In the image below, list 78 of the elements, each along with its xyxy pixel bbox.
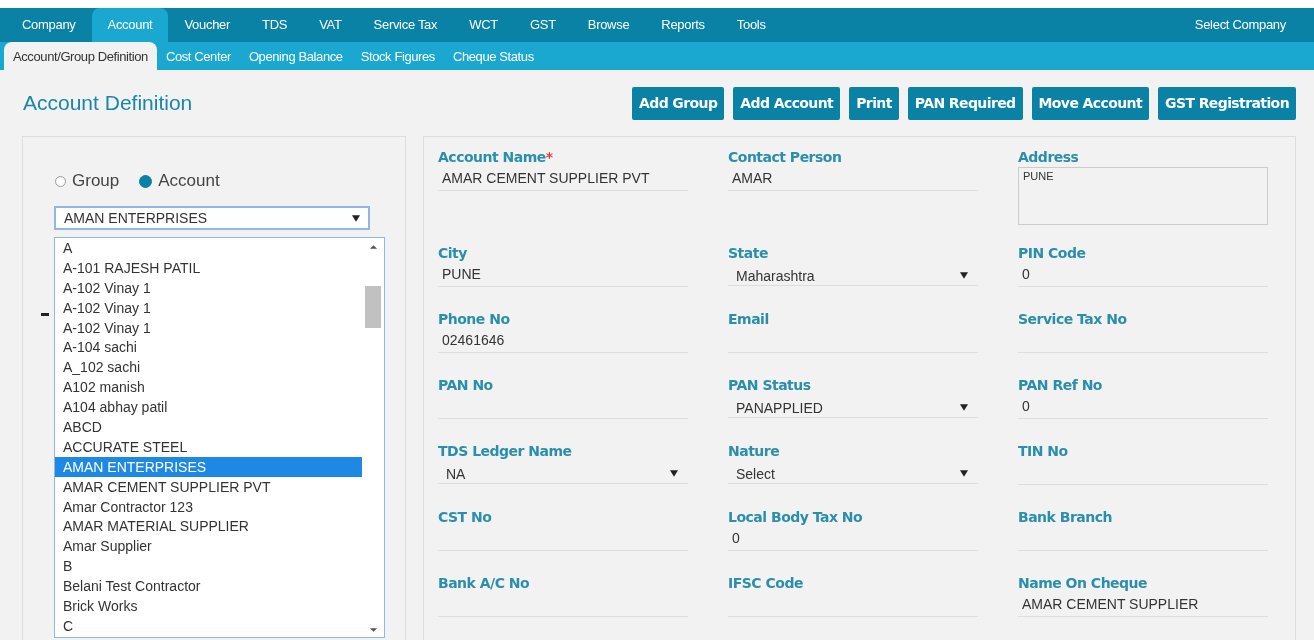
input-field[interactable]: 0 [1018, 264, 1268, 287]
action-button[interactable]: Move Account [1031, 86, 1150, 120]
field-label: Contact Person [728, 149, 843, 165]
dropdown-option[interactable]: Brick Works [55, 596, 362, 616]
menu-tab[interactable]: Reports [645, 8, 721, 42]
field-label: City [438, 245, 468, 261]
field-label: IFSC Code [728, 575, 804, 591]
menu-tab[interactable]: Tools [720, 8, 782, 42]
dropdown-option[interactable]: A104 abhay patil [55, 397, 362, 417]
account-select[interactable]: AMAN ENTERPRISES [54, 206, 370, 230]
input-field[interactable]: 0 [728, 528, 978, 551]
page-title: Account Definition [23, 91, 193, 115]
input-field[interactable]: PUNE [438, 264, 688, 287]
dropdown-option[interactable]: A-104 sachi [55, 337, 362, 358]
dropdown-option[interactable]: Amar Supplier [55, 536, 362, 557]
dropdown-option[interactable]: A [55, 238, 362, 258]
field-label: PAN No [438, 377, 494, 393]
menu-tab[interactable]: Voucher [168, 8, 247, 42]
dropdown-option[interactable]: A_102 sachi [55, 357, 362, 378]
input-field[interactable]: 0 [1018, 396, 1268, 419]
input-field[interactable]: AMAR CEMENT SUPPLIER [1018, 594, 1268, 617]
dropdown-option[interactable]: AMAR CEMENT SUPPLIER PVT [55, 476, 362, 497]
field-label: State [728, 245, 769, 261]
menu-tab[interactable]: Browse [571, 8, 646, 42]
menu-tab[interactable]: Company [6, 8, 92, 42]
field-label: CST No [438, 509, 493, 525]
select-field[interactable]: PANAPPLIED [728, 396, 978, 418]
dropdown-option[interactable]: A102 manish [55, 377, 362, 398]
radio-option[interactable]: Account [139, 171, 220, 191]
input-field[interactable]: AMAR CEMENT SUPPLIER PVT [438, 168, 688, 191]
dropdown-option[interactable]: AMAN ENTERPRISES [55, 456, 362, 477]
field-label: Nature [728, 443, 781, 459]
dropdown-option[interactable]: ACCURATE STEEL [55, 436, 362, 457]
sub-tab[interactable]: Account/Group Definition [4, 42, 157, 70]
menu-tab[interactable]: GST [513, 8, 572, 42]
dropdown-option[interactable]: ABCD [55, 417, 362, 437]
menu-tab[interactable]: WCT [453, 8, 514, 42]
field-label: Phone No [438, 311, 511, 327]
input-field[interactable]: 02461646 [438, 330, 688, 353]
radio-label: Account [158, 171, 220, 191]
field-label: TIN No [1018, 443, 1069, 459]
field-label: Name On Cheque [1018, 575, 1149, 591]
action-button[interactable]: Print [849, 86, 899, 120]
radio-option[interactable]: Group [55, 171, 120, 191]
field-label: PAN Status [728, 377, 812, 393]
dropdown-option[interactable]: Belani Test Contractor [55, 576, 362, 597]
select-company-link[interactable]: Select Company [1194, 8, 1286, 42]
dropdown-option[interactable]: AMAR MATERIAL SUPPLIER [55, 516, 362, 537]
action-button[interactable]: GST Registration [1158, 86, 1296, 120]
menu-tab[interactable]: Service Tax [357, 8, 454, 42]
dropdown-option[interactable]: C [55, 615, 362, 636]
dropdown-option[interactable]: A-102 Vinay 1 [55, 277, 362, 298]
menu-tab[interactable]: VAT [303, 8, 358, 42]
field-label: TDS Ledger Name [438, 443, 573, 459]
field-label: PIN Code [1018, 245, 1087, 261]
input-field[interactable]: AMAR [728, 168, 978, 191]
dropdown-option[interactable]: A-102 Vinay 1 [55, 317, 362, 338]
address-field[interactable]: PUNE [1018, 167, 1268, 225]
dropdown-option[interactable]: A-102 Vinay 1 [55, 297, 362, 318]
field-label: Service Tax No [1018, 311, 1128, 327]
dropdown-option[interactable]: Amar Contractor 123 [55, 496, 362, 517]
action-button[interactable]: Add Group [632, 86, 725, 120]
field-label: Bank Branch [1018, 509, 1114, 525]
select-field[interactable]: Select [728, 462, 978, 484]
field-label: Account Name* [438, 149, 554, 165]
select-field[interactable]: NA [438, 462, 688, 484]
field-label: Bank A/C No [438, 575, 531, 591]
action-button[interactable]: PAN Required [907, 86, 1023, 120]
field-label: Local Body Tax No [728, 509, 864, 525]
radio-label: Group [72, 171, 120, 191]
menu-tab[interactable]: TDS [246, 8, 304, 42]
dropdown-option[interactable]: A-101 RAJESH PATIL [55, 257, 362, 278]
field-label: PAN Ref No [1018, 377, 1103, 393]
field-label: Email [728, 311, 770, 327]
field-label: Address [1018, 149, 1080, 165]
action-button[interactable]: Add Account [733, 86, 841, 120]
select-field[interactable]: Maharashtra [728, 264, 978, 286]
dropdown-option[interactable]: B [55, 556, 362, 577]
